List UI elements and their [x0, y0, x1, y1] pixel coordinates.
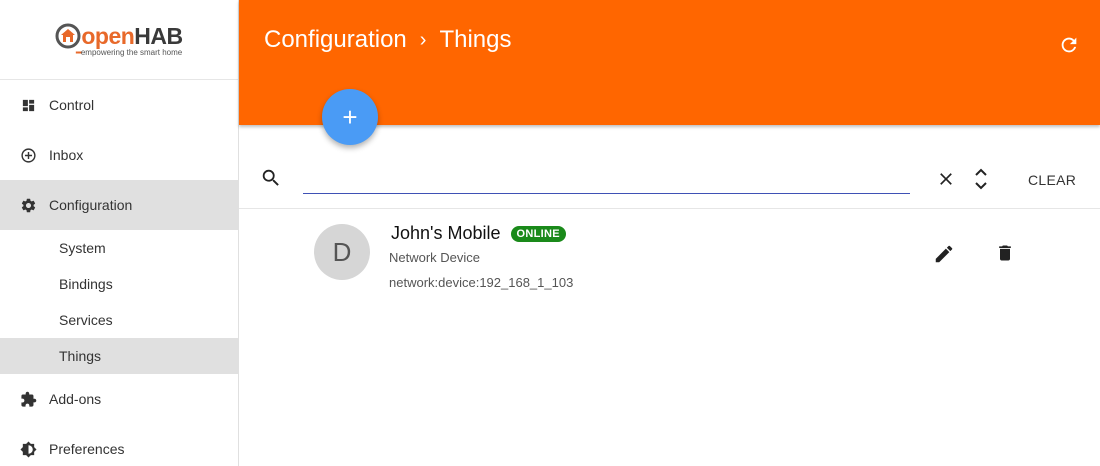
sidebar-subitem-services[interactable]: Services — [0, 302, 238, 338]
search-bar: CLEAR — [239, 150, 1100, 209]
sidebar-item-preferences[interactable]: Preferences — [0, 424, 238, 466]
breadcrumb-root[interactable]: Configuration — [264, 26, 407, 54]
thing-name: John's Mobile — [391, 223, 501, 243]
logo-area: open HAB ▪▪▪empowering the smart home — [0, 0, 238, 80]
refresh-icon[interactable] — [1058, 34, 1080, 56]
gear-icon — [20, 197, 37, 214]
logo-tagline: empowering the smart home — [80, 47, 183, 57]
sidebar-item-configuration[interactable]: Configuration — [0, 180, 238, 230]
sidebar-item-addons[interactable]: Add-ons — [0, 374, 238, 424]
sidebar-subitem-things[interactable]: Things — [0, 338, 238, 374]
add-thing-button[interactable]: + — [322, 89, 378, 145]
breadcrumb-separator: › — [419, 28, 427, 51]
sort-icon[interactable] — [972, 166, 990, 192]
dashboard-icon — [20, 97, 37, 114]
sidebar-item-label: Add-ons — [49, 391, 102, 407]
sidebar-item-label: Control — [49, 97, 95, 113]
openhab-house-icon — [55, 23, 81, 49]
puzzle-icon — [20, 391, 37, 408]
thing-title: John's Mobile ONLINE — [391, 223, 566, 244]
logo-text-open: open — [81, 22, 135, 49]
thing-uid: network:device:192_168_1_103 — [389, 275, 574, 290]
avatar: D — [314, 224, 370, 280]
logo-text-hab: HAB — [134, 22, 183, 49]
sidebar-item-inbox[interactable]: Inbox — [0, 130, 238, 180]
edit-icon[interactable] — [933, 243, 955, 265]
list-item[interactable]: D John's Mobile ONLINE Network Device ne… — [239, 210, 1100, 302]
search-input[interactable] — [303, 162, 910, 194]
sidebar-item-label: Configuration — [49, 197, 133, 213]
brightness-icon — [20, 440, 37, 458]
sidebar-subitem-bindings[interactable]: Bindings — [0, 266, 238, 302]
sidebar-item-control[interactable]: Control — [0, 80, 238, 130]
close-icon[interactable] — [936, 169, 956, 189]
openhab-logo[interactable]: open HAB ▪▪▪empowering the smart home — [55, 22, 183, 57]
sidebar-item-label: Preferences — [49, 441, 125, 457]
clear-button[interactable]: CLEAR — [1028, 172, 1076, 188]
add-circle-icon — [20, 147, 37, 164]
sidebar-subitem-system[interactable]: System — [0, 230, 238, 266]
sidebar-item-label: Inbox — [49, 147, 84, 163]
breadcrumb: Configuration › Things — [264, 26, 511, 54]
breadcrumb-current: Things — [439, 26, 512, 53]
sidebar: open HAB ▪▪▪empowering the smart home Co… — [0, 0, 239, 466]
thing-type: Network Device — [389, 250, 481, 265]
status-badge: ONLINE — [510, 225, 566, 242]
search-icon — [260, 167, 282, 189]
delete-icon[interactable] — [995, 242, 1015, 264]
